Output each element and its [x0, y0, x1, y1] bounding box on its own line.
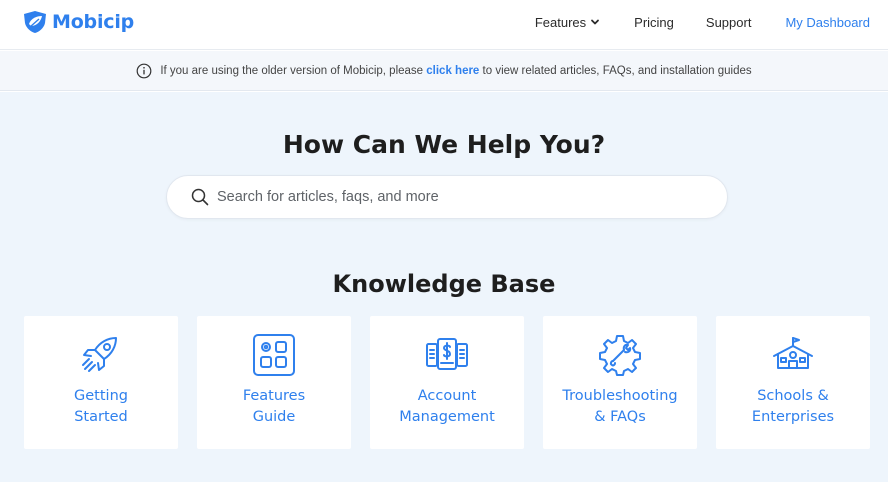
- knowledge-base-cards: Getting Started Features Guide Account M…: [24, 316, 870, 449]
- search-input[interactable]: [217, 189, 697, 205]
- nav-features[interactable]: Features: [535, 15, 600, 30]
- help-center-hero: How Can We Help You? Knowledge Base Gett…: [0, 92, 888, 482]
- legacy-version-notice: If you are using the older version of Mo…: [0, 51, 888, 91]
- notice-text-after: to view related articles, FAQs, and inst…: [479, 64, 752, 77]
- card-label-line1: Schools &: [757, 388, 829, 404]
- nav-my-dashboard[interactable]: My Dashboard: [785, 15, 870, 30]
- card-label-line1: Features: [242, 388, 306, 404]
- card-label-line2: Enterprises: [751, 409, 835, 425]
- logo-link[interactable]: Mobicip: [22, 9, 134, 35]
- info-icon: [136, 63, 152, 78]
- notice-text-before: If you are using the older version of Mo…: [160, 64, 427, 77]
- nav-pricing[interactable]: Pricing: [634, 15, 674, 30]
- nav-support[interactable]: Support: [706, 15, 752, 30]
- nav-features-label: Features: [534, 14, 587, 30]
- main-nav: Features Pricing Support My Dashboard: [535, 0, 870, 44]
- click-here-link[interactable]: click here: [426, 65, 479, 77]
- card-schools-enterprises[interactable]: Schools & Enterprises: [716, 316, 870, 449]
- card-label-line1: Account: [417, 388, 477, 404]
- card-label-line1: Getting: [74, 388, 128, 404]
- card-troubleshooting-faqs[interactable]: Troubleshooting & FAQs: [543, 316, 697, 449]
- knowledge-base-title: Knowledge Base: [332, 270, 556, 298]
- search-icon: [191, 188, 209, 206]
- card-features-guide[interactable]: Features Guide: [197, 316, 351, 449]
- page-title: How Can We Help You?: [282, 130, 606, 159]
- account-money-icon: [426, 338, 468, 370]
- rocket-icon: [82, 337, 117, 372]
- school-building-icon: [773, 337, 813, 369]
- card-getting-started[interactable]: Getting Started: [24, 316, 178, 449]
- card-label-line1: Troubleshooting: [562, 388, 678, 404]
- card-label-line2: Guide: [252, 409, 296, 425]
- card-label-line2: Started: [74, 409, 128, 425]
- top-nav-bar: Mobicip Features Pricing Support My Dash…: [0, 0, 888, 50]
- features-grid-icon: [253, 334, 295, 376]
- card-account-management[interactable]: Account Management: [370, 316, 524, 449]
- card-label-line2: & FAQs: [594, 409, 646, 425]
- card-label-line2: Management: [399, 409, 495, 425]
- search-box[interactable]: [166, 175, 728, 219]
- chevron-down-icon: [591, 19, 600, 25]
- gear-wrench-icon: [599, 335, 641, 376]
- logo-text: Mobicip: [52, 11, 135, 33]
- shield-leaf-icon: [24, 11, 46, 33]
